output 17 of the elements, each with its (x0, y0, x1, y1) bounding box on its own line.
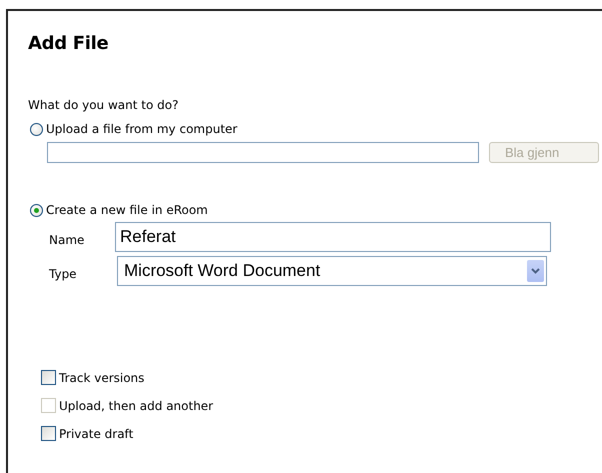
chevron-down-icon (527, 260, 544, 282)
radio-button[interactable] (30, 122, 43, 136)
checkbox-label: Private draft (59, 426, 134, 440)
checkbox[interactable] (41, 370, 56, 385)
radio-label: Upload a file from my computer (46, 122, 238, 136)
field-label: Name (49, 232, 86, 247)
radio-button[interactable] (30, 204, 43, 216)
checkbox-label: Upload, then add another (59, 398, 214, 412)
dialog-title: Add File (28, 33, 110, 54)
name-field[interactable]: Referat (115, 222, 551, 252)
checkbox[interactable] (41, 426, 56, 441)
question-text: What do you want to do? (28, 98, 178, 112)
checkbox-label: Track versions (59, 370, 144, 384)
type-dropdown[interactable]: Microsoft Word Document (117, 256, 547, 286)
file-path-field[interactable] (47, 142, 479, 163)
radio-label: Create a new file in eRoom (46, 203, 208, 217)
field-label: Type (49, 266, 78, 281)
